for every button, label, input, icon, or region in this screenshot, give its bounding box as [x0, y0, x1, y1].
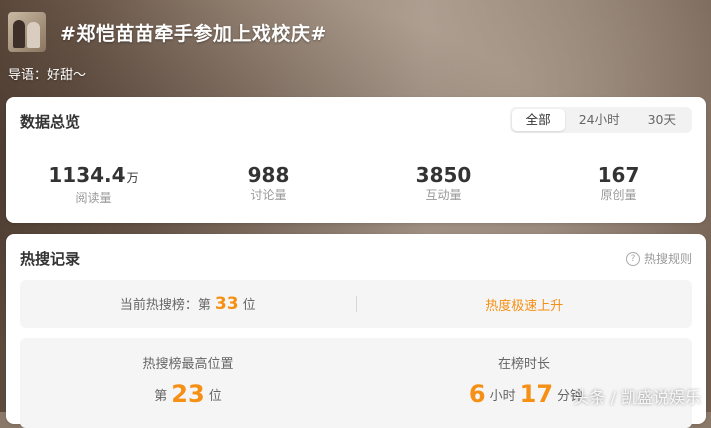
duration-label: 在榜时长: [497, 357, 550, 372]
tab-24h[interactable]: 24小时: [565, 109, 634, 131]
time-range-tabs: 全部 24小时 30天: [509, 107, 692, 133]
rank-stats-box: 热搜榜最高位置 第 23 位 在榜时长 6 小时 17 分钟: [20, 338, 692, 428]
duration-minutes: 17: [519, 380, 554, 408]
stat-discuss-value: 988: [247, 163, 290, 187]
current-rank: 当前热搜榜：第 33 位: [20, 294, 356, 314]
topic-avatar: [8, 12, 46, 52]
stat-interact-value: 3850: [415, 163, 472, 187]
stat-discuss-label: 讨论量: [250, 188, 287, 202]
duration-hours-unit: 小时: [489, 389, 516, 404]
trend-status: 热度极速上升: [357, 295, 693, 314]
current-rank-prefix: 当前热搜榜：第: [119, 298, 211, 313]
tab-30d[interactable]: 30天: [634, 109, 690, 131]
watermark: 头条 / 凯盛说娱乐: [573, 388, 701, 407]
stat-original-label: 原创量: [600, 188, 637, 202]
trend-label: 热度极速上升: [485, 298, 564, 314]
topic-guide: 导语：好甜～: [8, 68, 87, 83]
current-rank-box: 当前热搜榜：第 33 位 热度极速上升: [20, 280, 692, 328]
stat-interact-label: 互动量: [425, 188, 462, 202]
duration-hours: 6: [468, 380, 486, 408]
hot-search-rules-label: 热搜规则: [643, 252, 692, 266]
stat-interact: 3850 互动量: [356, 163, 531, 206]
on-list-duration: 在榜时长 6 小时 17 分钟: [356, 338, 692, 428]
topic-header: #郑恺苗苗牵手参加上戏校庆#: [8, 10, 327, 54]
overview-card: 数据总览 全部 24小时 30天 1134.4万 阅读量 988 讨论量 385…: [6, 97, 706, 223]
topic-title: #郑恺苗苗牵手参加上戏校庆#: [60, 22, 327, 45]
stat-read-unit: 万: [126, 171, 139, 185]
stat-read: 1134.4万 阅读量: [6, 163, 181, 206]
stat-original-value: 167: [597, 163, 640, 187]
stat-read-value: 1134.4: [48, 163, 126, 187]
stats-row: 1134.4万 阅读量 988 讨论量 3850 互动量 167 原创量: [6, 163, 706, 206]
current-rank-suffix: 位: [242, 298, 256, 313]
question-icon: ?: [625, 251, 640, 266]
highest-rank-label: 热搜榜最高位置: [142, 357, 234, 372]
highest-rank: 热搜榜最高位置 第 23 位: [20, 338, 356, 428]
hot-search-rules-link[interactable]: ? 热搜规则: [625, 250, 692, 267]
current-rank-value: 33: [214, 294, 239, 314]
stat-original: 167 原创量: [531, 163, 706, 206]
highest-rank-suffix: 位: [208, 389, 222, 404]
highest-rank-prefix: 第: [154, 389, 168, 404]
highest-rank-value: 23: [171, 380, 205, 408]
overview-title: 数据总览: [20, 113, 81, 131]
stat-read-label: 阅读量: [75, 191, 112, 205]
hot-search-title: 热搜记录: [20, 250, 81, 268]
stat-discuss: 988 讨论量: [181, 163, 356, 206]
tab-all[interactable]: 全部: [511, 109, 565, 131]
